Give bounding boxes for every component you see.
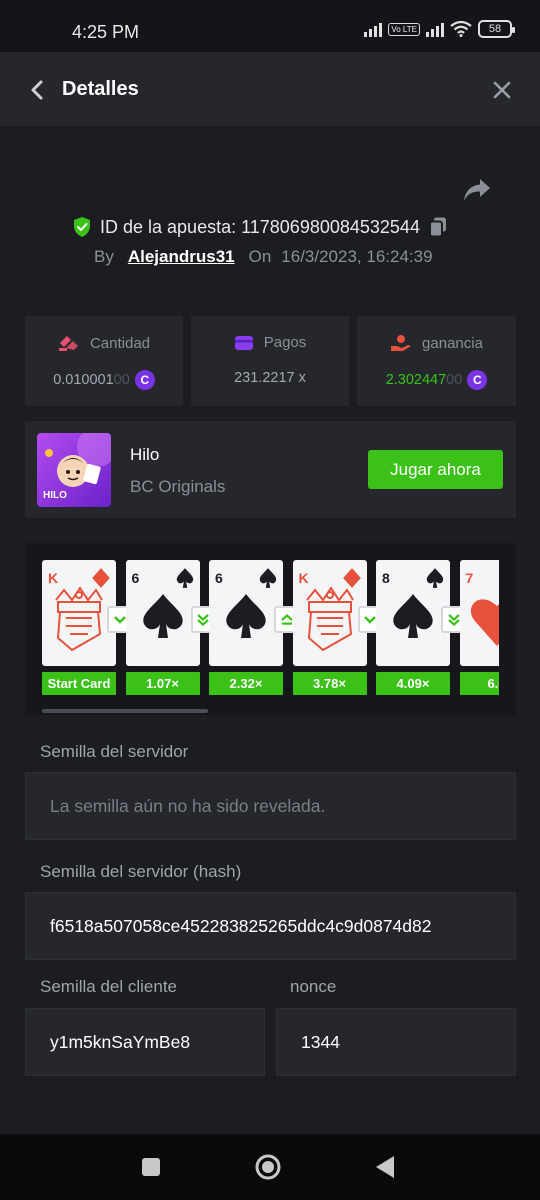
- card-multiplier: 6.6: [459, 672, 499, 695]
- card-multiplier: Start Card: [42, 672, 116, 695]
- stat-amount-label: Cantidad: [89, 334, 151, 352]
- playing-card: 8: [376, 560, 450, 666]
- cards-history-panel[interactable]: K Start Card 6 1.07× 6 2.32× K 3.78× 8 4.09× 7 6.6: [25, 543, 516, 715]
- playing-card: 6: [209, 560, 283, 666]
- game-name: Hilo: [130, 445, 160, 464]
- game-provider: BC Originals: [130, 477, 226, 496]
- status-icons: Vo LTE 58: [364, 20, 515, 38]
- server-seed-label: Semilla del servidor: [40, 742, 189, 761]
- bet-amount-icon: [58, 336, 78, 351]
- battery-level: 58: [488, 23, 502, 35]
- spade-suit-icon: [424, 567, 446, 589]
- playing-card: K: [292, 560, 367, 666]
- stat-payout-label: Pagos: [263, 334, 307, 351]
- client-seed-field[interactable]: y1m5knSaYmBe8: [25, 1008, 265, 1076]
- page-title: Detalles: [62, 78, 139, 100]
- share-icon[interactable]: [462, 176, 492, 204]
- card-rank: 6: [215, 570, 223, 586]
- playing-card: K: [42, 560, 116, 666]
- server-seed-field: La semilla aún no ha sido revelada.: [25, 772, 516, 840]
- profit-hand-icon: [391, 335, 412, 351]
- bc-coin-icon: C: [134, 370, 155, 390]
- back-nav-icon[interactable]: [370, 1152, 400, 1182]
- system-nav-bar: [0, 1134, 540, 1200]
- signal-2-icon: [426, 21, 444, 37]
- spade-suit-icon: [257, 567, 279, 589]
- card-rank: K: [298, 570, 309, 586]
- close-icon[interactable]: [488, 76, 516, 104]
- copy-icon[interactable]: [428, 216, 448, 238]
- status-bar: 4:25 PM Vo LTE 58: [0, 0, 540, 52]
- wifi-icon: [450, 21, 472, 37]
- diamond-suit-icon: [90, 567, 112, 589]
- game-card: HILO Hilo BC Originals Jugar ahora: [25, 421, 516, 518]
- stat-payout: Pagos 231.2217 x: [191, 316, 349, 406]
- stat-amount: Cantidad 0.010001 00 C: [25, 316, 183, 406]
- stat-profit-zeros: 00: [446, 372, 463, 388]
- username-link[interactable]: Alejandrus31: [128, 247, 235, 267]
- playing-card: 7: [459, 560, 499, 666]
- spade-suit-icon: [174, 567, 196, 589]
- stat-profit: ganancia 2.302447 00 C: [357, 316, 516, 406]
- card-rank: K: [48, 570, 59, 586]
- nonce-field[interactable]: 1344: [276, 1008, 516, 1076]
- nonce-label: nonce: [290, 977, 337, 996]
- bet-date: 16/3/2023, 16:24:39: [281, 247, 433, 266]
- on-label: On: [248, 247, 272, 266]
- app-header: Detalles: [0, 52, 540, 126]
- stat-profit-label: ganancia: [422, 334, 483, 352]
- signal-icon: [364, 21, 383, 37]
- home-icon[interactable]: [253, 1152, 283, 1182]
- bet-id: ID de la apuesta: 117806980084532544: [100, 216, 420, 237]
- bc-coin-icon: C: [467, 370, 488, 390]
- by-label: By: [94, 247, 114, 266]
- card-rank: 7: [465, 570, 474, 586]
- playing-card: 6: [125, 560, 200, 666]
- card-multiplier: 2.32×: [209, 672, 283, 695]
- stat-amount-value: 0.010001: [53, 372, 114, 388]
- game-thumb-text: HILO: [43, 490, 67, 501]
- card-multiplier: 4.09×: [376, 672, 450, 695]
- card-rank: 6: [131, 570, 140, 586]
- back-icon[interactable]: [24, 76, 52, 104]
- cards-strip[interactable]: K Start Card 6 1.07× 6 2.32× K 3.78× 8 4.09× 7 6.6: [42, 560, 499, 700]
- server-seed-hash-label: Semilla del servidor (hash): [40, 862, 242, 881]
- volte-icon: Vo LTE: [388, 22, 420, 36]
- stat-payout-value: 231.2217 x: [234, 370, 306, 386]
- cards-scrollbar[interactable]: [42, 709, 208, 713]
- game-thumbnail: HILO: [37, 433, 111, 507]
- stat-profit-value: 2.302447: [385, 372, 447, 388]
- stat-amount-zeros: 00: [113, 372, 130, 388]
- server-seed-hash-field[interactable]: f6518a507058ce452283825265ddc4c9d0874d82: [25, 892, 516, 960]
- play-now-button[interactable]: Jugar ahora: [368, 450, 503, 489]
- status-time: 4:25 PM: [72, 22, 140, 42]
- diamond-suit-icon: [341, 567, 363, 589]
- battery-icon: 58: [478, 20, 515, 38]
- card-multiplier: 3.78×: [292, 672, 367, 695]
- bet-author-row: By Alejandrus31 On 16/3/2023, 16:24:39: [94, 247, 433, 267]
- client-seed-label: Semilla del cliente: [40, 977, 178, 996]
- verified-shield-icon: [74, 217, 90, 237]
- wallet-icon: [234, 335, 253, 350]
- card-rank: 8: [382, 570, 390, 586]
- card-multiplier: 1.07×: [125, 672, 200, 695]
- recent-apps-icon[interactable]: [136, 1152, 166, 1182]
- bet-id-row: ID de la apuesta: 117806980084532544: [72, 214, 448, 240]
